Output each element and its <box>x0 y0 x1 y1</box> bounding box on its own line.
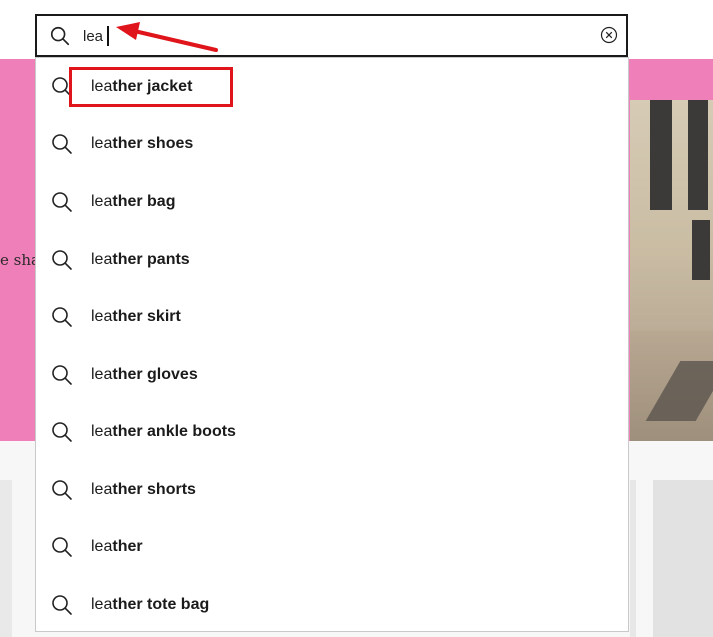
search-icon <box>52 250 72 270</box>
search-icon <box>52 77 72 97</box>
suggestion-label: leather shorts <box>91 481 196 498</box>
suggestion-label: leather bag <box>91 193 176 210</box>
suggestions-dropdown: leather jacket leather shoes leather bag… <box>35 57 629 632</box>
search-icon <box>50 26 70 46</box>
suggestion-label: leather <box>91 538 143 555</box>
search-icon <box>52 480 72 500</box>
suggestion-item[interactable]: leather <box>36 527 628 567</box>
suggestion-item[interactable]: leather pants <box>36 240 628 280</box>
search-input[interactable] <box>83 25 583 47</box>
suggestion-item[interactable]: leather gloves <box>36 355 628 395</box>
search-icon <box>52 134 72 154</box>
suggestion-item[interactable]: leather jacket <box>36 67 628 107</box>
product-card[interactable] <box>0 480 12 637</box>
clear-circle-icon[interactable] <box>600 26 618 44</box>
suggestion-item[interactable]: leather ankle boots <box>36 412 628 452</box>
search-icon <box>52 422 72 442</box>
search-bar <box>35 14 628 57</box>
text-caret <box>107 26 109 46</box>
suggestion-label: leather shoes <box>91 135 194 152</box>
search-icon <box>52 537 72 557</box>
search-icon <box>52 365 72 385</box>
search-icon <box>52 307 72 327</box>
suggestion-item[interactable]: leather skirt <box>36 297 628 337</box>
suggestion-label: leather skirt <box>91 308 181 325</box>
search-icon <box>52 595 72 615</box>
product-card[interactable] <box>630 480 636 637</box>
suggestion-label: leather pants <box>91 251 190 268</box>
search-icon <box>52 192 72 212</box>
suggestion-item[interactable]: leather tote bag <box>36 585 628 625</box>
suggestion-label: leather ankle boots <box>91 423 236 440</box>
hero-photo <box>630 100 713 441</box>
suggestion-label: leather gloves <box>91 366 198 383</box>
banner-text-fragment: e sha <box>0 251 36 269</box>
suggestion-label: leather tote bag <box>91 596 210 613</box>
suggestion-item[interactable]: leather shorts <box>36 470 628 510</box>
suggestion-item[interactable]: leather bag <box>36 182 628 222</box>
suggestion-label: leather jacket <box>91 78 193 95</box>
suggestion-item[interactable]: leather shoes <box>36 124 628 164</box>
product-card[interactable] <box>653 480 713 637</box>
